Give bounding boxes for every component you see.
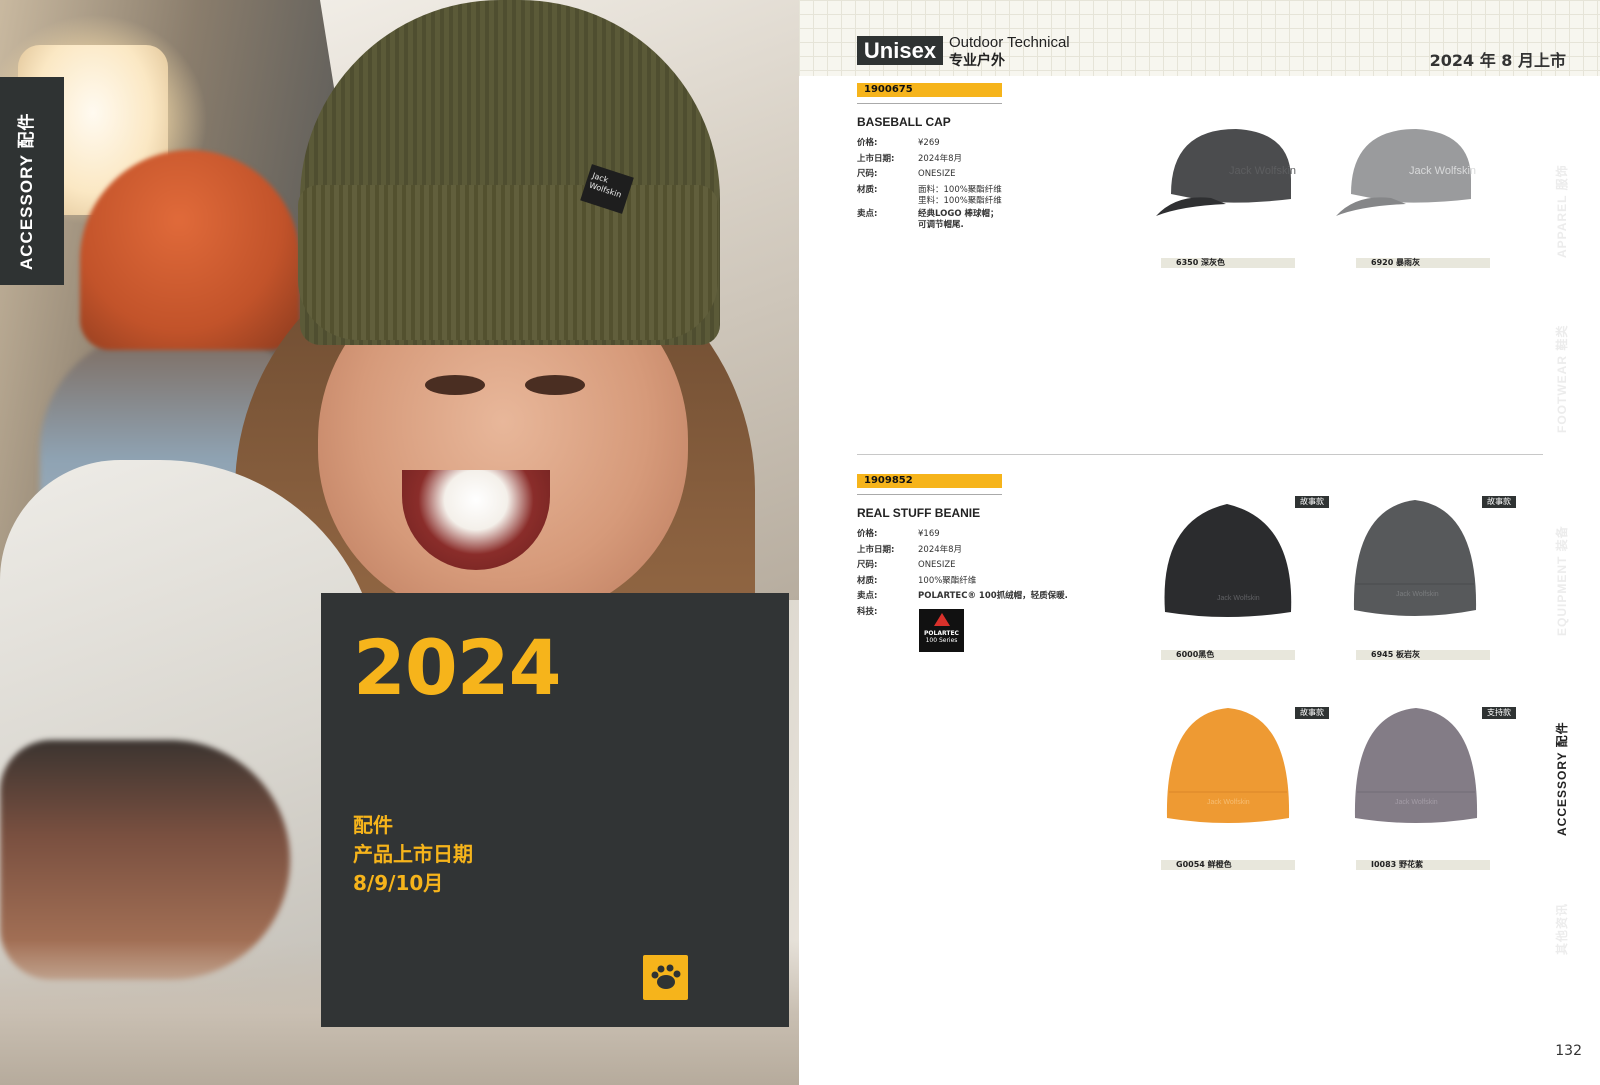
info-line: 产品上市日期 bbox=[353, 842, 473, 866]
right-eye bbox=[525, 375, 585, 395]
spec-value: ONESIZE bbox=[918, 169, 956, 179]
spec-key: 卖点: bbox=[857, 591, 878, 601]
spec-value: 2024年8月 bbox=[918, 153, 963, 164]
product-image-cap-storm-grey: Jack Wolfskin bbox=[1331, 124, 1481, 228]
section-side-tab-label: ACCESSORY 配件 bbox=[17, 112, 36, 270]
launch-info-lines: 配件 产品上市日期 8/9/10月 bbox=[353, 811, 473, 898]
svg-text:Jack Wolfskin: Jack Wolfskin bbox=[1395, 799, 1438, 806]
side-nav-footwear[interactable]: FOOTWEAR 鞋类 bbox=[1553, 325, 1570, 433]
color-swatch-label: G0054 鲜橙色 bbox=[1161, 860, 1295, 870]
left-eye bbox=[425, 375, 485, 395]
catalog-page: Unisex Outdoor Technical 专业户外 2024 年 8 月… bbox=[799, 0, 1600, 1085]
product-tag: 故事款 bbox=[1295, 707, 1329, 719]
svg-text:Jack Wolfskin: Jack Wolfskin bbox=[1229, 165, 1296, 177]
beanie-cuff bbox=[298, 185, 718, 340]
product-image-beanie-purple: Jack Wolfskin bbox=[1353, 706, 1479, 830]
spec-value: 2024年8月 bbox=[918, 544, 963, 555]
sku-label: 1900675 bbox=[857, 83, 1002, 97]
spec-key: 科技: bbox=[857, 606, 878, 617]
category-title-cn: 专业户外 bbox=[949, 53, 1005, 69]
gender-badge: Unisex bbox=[857, 36, 943, 65]
spec-key: 卖点: bbox=[857, 208, 878, 219]
color-swatch-label: 6945 板岩灰 bbox=[1356, 650, 1490, 660]
product-image-beanie-slate: Jack Wolfskin bbox=[1352, 498, 1478, 624]
product-name: REAL STUFF BEANIE bbox=[857, 506, 981, 520]
product-specs: 价格: ¥269 上市日期: 2024年8月 尺码: ONESIZE 材质: 面料：10… bbox=[857, 136, 1078, 231]
spec-value: ¥269 bbox=[918, 138, 940, 148]
spec-key: 价格: bbox=[857, 138, 878, 148]
sku-label: 1909852 bbox=[857, 474, 1002, 488]
product-image-beanie-black: Jack Wolfskin bbox=[1157, 500, 1299, 624]
color-swatch-label: 6920 暴雨灰 bbox=[1356, 258, 1490, 268]
spec-key: 材质: bbox=[857, 184, 878, 195]
sku-underline bbox=[857, 494, 1002, 495]
spec-value: ¥169 bbox=[918, 529, 940, 539]
spec-key: 上市日期: bbox=[857, 153, 895, 164]
spec-value: 经典LOGO 棒球帽； 可调节帽尾. bbox=[918, 208, 999, 230]
spec-key: 尺码: bbox=[857, 169, 878, 179]
product-tag: 故事款 bbox=[1295, 496, 1329, 508]
product-tag: 故事款 bbox=[1482, 496, 1516, 508]
svg-text:Jack Wolfskin: Jack Wolfskin bbox=[1207, 799, 1250, 806]
svg-text:Jack Wolfskin: Jack Wolfskin bbox=[1217, 595, 1260, 602]
side-nav-apparel[interactable]: APPAREL 服饰 bbox=[1553, 164, 1570, 258]
spec-value: POLARTEC® 100抓绒帽，轻质保暖. bbox=[918, 591, 1068, 601]
product-name: BASEBALL CAP bbox=[857, 115, 951, 129]
svg-text:Jack Wolfskin: Jack Wolfskin bbox=[1409, 165, 1476, 177]
product-image-cap-dark-grey: Jack Wolfskin bbox=[1151, 124, 1301, 228]
product-tag: 支持款 bbox=[1482, 707, 1516, 719]
spec-key: 尺码: bbox=[857, 560, 878, 570]
launch-date: 2024 年 8 月上市 bbox=[1429, 51, 1566, 70]
info-line: 8/9/10月 bbox=[353, 871, 444, 895]
launch-info-box: 2024 配件 产品上市日期 8/9/10月 bbox=[321, 593, 789, 1027]
spec-key: 上市日期: bbox=[857, 544, 895, 555]
year-title: 2024 bbox=[353, 623, 562, 712]
paw-logo-icon bbox=[643, 955, 688, 1000]
page-number: 132 bbox=[1555, 1043, 1582, 1059]
spec-value: 100%聚酯纤维 bbox=[918, 575, 977, 586]
orange-beanie bbox=[80, 150, 300, 350]
polartec-subtitle: 100 Series bbox=[925, 637, 958, 644]
hero-photo-page: Jack Wolfskin ACCESSORY 配件 2024 配件 产品上市日… bbox=[0, 0, 799, 1085]
polartec-title: POLARTEC bbox=[924, 630, 959, 637]
color-swatch-label: 6000黑色 bbox=[1161, 650, 1295, 660]
product-specs: 价格: ¥169 上市日期: 2024年8月 尺码: ONESIZE 材质: 100%聚… bbox=[857, 527, 1078, 620]
side-nav-equipment[interactable]: EQUIPMENT 装备 bbox=[1553, 525, 1570, 636]
side-nav-other-info[interactable]: 其他资讯 bbox=[1553, 903, 1570, 955]
product-image-beanie-orange: Jack Wolfskin bbox=[1165, 706, 1291, 830]
category-title-en: Outdoor Technical bbox=[949, 34, 1070, 51]
spec-value: ONESIZE bbox=[918, 560, 956, 570]
sku-underline bbox=[857, 103, 1002, 104]
spec-value: 面料：100%聚酯纤维 里料：100%聚酯纤维 bbox=[918, 184, 1002, 206]
polartec-logo: POLARTEC 100 Series bbox=[919, 609, 964, 652]
section-divider bbox=[857, 454, 1543, 455]
polartec-triangle-icon bbox=[933, 613, 950, 626]
spec-key: 材质: bbox=[857, 575, 878, 586]
svg-text:Jack Wolfskin: Jack Wolfskin bbox=[1396, 591, 1439, 598]
info-line: 配件 bbox=[353, 813, 393, 837]
color-swatch-label: I0083 野花紫 bbox=[1356, 860, 1490, 870]
color-swatch-label: 6350 深灰色 bbox=[1161, 258, 1295, 268]
side-nav-accessory[interactable]: ACCESSORY 配件 bbox=[1553, 721, 1570, 836]
spec-key: 价格: bbox=[857, 529, 878, 539]
